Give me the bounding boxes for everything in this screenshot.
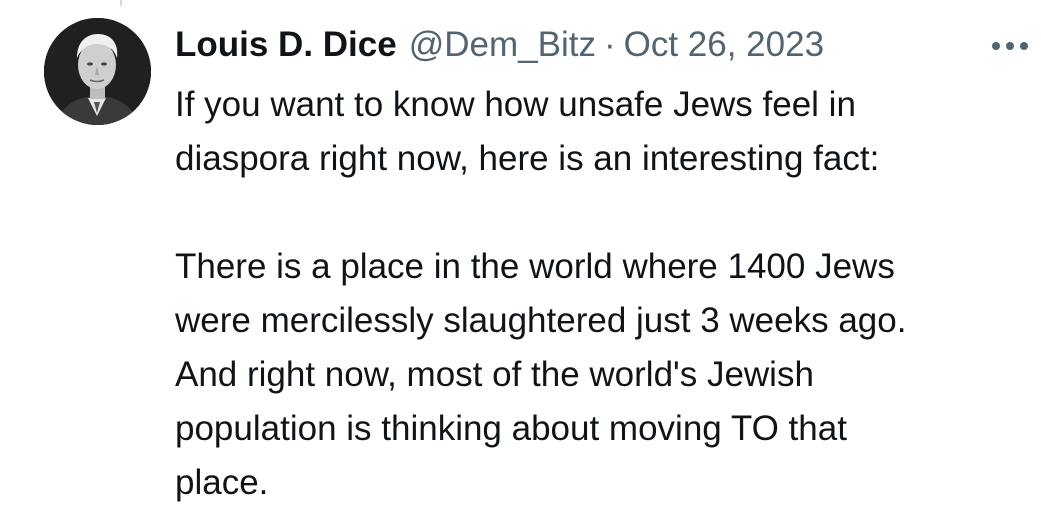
tweet-line: population is thinking about moving TO t… — [175, 409, 847, 448]
tweet-line: were mercilessly slaughtered just 3 week… — [175, 301, 907, 340]
profile-photo-icon — [44, 18, 151, 125]
tweet-paragraph-1: If you want to know how unsafe Jews feel… — [175, 78, 1025, 186]
thread-connector-line — [120, 0, 122, 6]
author-display-name[interactable]: Louis D. Dice — [175, 22, 397, 68]
header-separator: · — [603, 25, 616, 64]
tweet-line: place. — [175, 463, 269, 502]
tweet-date[interactable]: Oct 26, 2023 — [624, 22, 824, 68]
tweet-paragraph-2: There is a place in the world where 1400… — [175, 240, 1025, 510]
more-horizontal-icon — [992, 42, 1028, 50]
tweet-line: diaspora right now, here is an interesti… — [175, 139, 880, 178]
tweet-header: Louis D. Dice @Dem_Bitz · Oct 26, 2023 — [175, 22, 824, 68]
avatar[interactable] — [44, 18, 151, 125]
more-options-button[interactable] — [984, 26, 1036, 66]
tweet-line: There is a place in the world where 1400… — [175, 247, 895, 286]
tweet[interactable]: Louis D. Dice @Dem_Bitz · Oct 26, 2023 I… — [0, 0, 1041, 523]
tweet-line: And right now, most of the world's Jewis… — [175, 355, 814, 394]
author-handle[interactable]: @Dem_Bitz — [409, 22, 596, 68]
tweet-text: If you want to know how unsafe Jews feel… — [175, 78, 1025, 510]
tweet-line: If you want to know how unsafe Jews feel… — [175, 85, 856, 124]
